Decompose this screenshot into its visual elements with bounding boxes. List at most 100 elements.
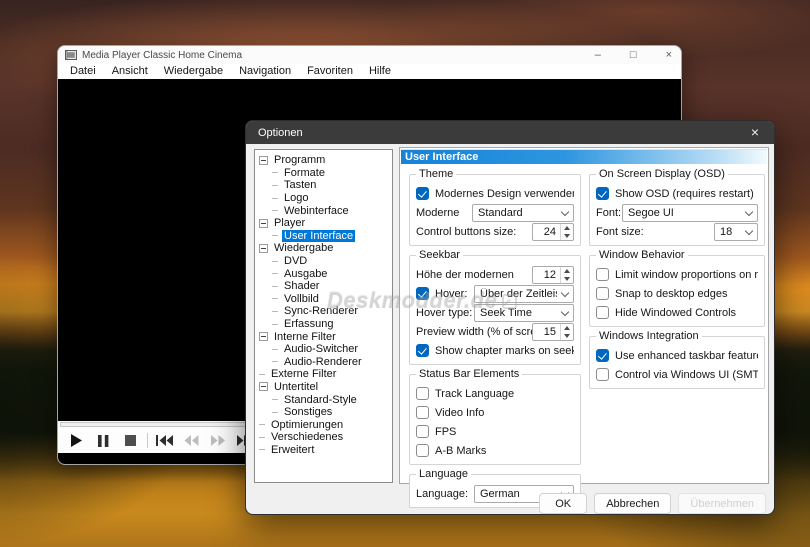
- tree-item-audio-switcher[interactable]: Audio-Switcher: [255, 343, 392, 356]
- checkbox-unchecked[interactable]: [416, 406, 429, 419]
- checkbox-unchecked[interactable]: [596, 268, 609, 281]
- tree-item-vollbild[interactable]: Vollbild: [255, 293, 392, 306]
- dropdown[interactable]: Seek Time: [474, 303, 574, 322]
- tree-item-erfassung[interactable]: Erfassung: [255, 318, 392, 331]
- tree-item-user-interface[interactable]: User Interface: [255, 229, 392, 243]
- setting-row: Control buttons size: 24: [416, 222, 574, 241]
- rewind-button[interactable]: [178, 430, 205, 451]
- play-button[interactable]: [63, 430, 90, 451]
- dropdown[interactable]: Segoe UI: [622, 203, 758, 222]
- menu-item-wiedergabe[interactable]: Wiedergabe: [156, 64, 231, 79]
- spinner-down-icon[interactable]: [561, 232, 573, 240]
- checkbox-checked[interactable]: [416, 287, 429, 300]
- tree-item-sync-renderer[interactable]: Sync-Renderer: [255, 305, 392, 318]
- dialog-close-icon[interactable]: ×: [742, 121, 768, 144]
- setting-label: A-B Marks: [435, 444, 487, 457]
- pause-button[interactable]: [90, 430, 117, 451]
- ok-button[interactable]: OK: [539, 493, 588, 514]
- fast-forward-button[interactable]: [205, 430, 232, 451]
- spinner-value: 24: [543, 225, 556, 238]
- collapse-icon[interactable]: [259, 155, 268, 165]
- tree-item-webinterface[interactable]: Webinterface: [255, 204, 392, 217]
- tree-item-formate[interactable]: Formate: [255, 167, 392, 180]
- setting-label: Hide Windowed Controls: [615, 306, 737, 319]
- tree-item-ausgabe[interactable]: Ausgabe: [255, 267, 392, 280]
- setting-row: Control via Windows UI (SMTC): [596, 365, 758, 384]
- spinner-up-icon[interactable]: [561, 224, 573, 232]
- checkbox-checked[interactable]: [416, 187, 429, 200]
- tree-item-erweitert[interactable]: Erweitert: [255, 444, 392, 457]
- collapse-icon[interactable]: [259, 382, 268, 392]
- dialog-titlebar[interactable]: Optionen ×: [246, 121, 774, 144]
- tree-item-logo[interactable]: Logo: [255, 192, 392, 205]
- checkbox-checked[interactable]: [596, 349, 609, 362]
- tree-item-programm[interactable]: Programm: [255, 154, 392, 167]
- spinner-down-icon[interactable]: [561, 275, 573, 283]
- group-status-bar-elements: Status Bar Elements Track Language Video I…: [409, 368, 581, 465]
- checkbox-unchecked[interactable]: [416, 444, 429, 457]
- collapse-icon[interactable]: [259, 243, 268, 253]
- abbrechen-button[interactable]: Abbrechen: [594, 493, 672, 514]
- tree-item-label: Vollbild: [284, 292, 319, 305]
- maximize-icon[interactable]: □: [630, 49, 637, 61]
- tree-item-wiedergabe[interactable]: Wiedergabe: [255, 242, 392, 255]
- checkbox-unchecked[interactable]: [596, 368, 609, 381]
- tree-item-standard-style[interactable]: Standard-Style: [255, 393, 392, 406]
- menu-item-navigation[interactable]: Navigation: [231, 64, 299, 79]
- spinner-down-icon[interactable]: [561, 332, 573, 340]
- tree-connector: [272, 260, 278, 262]
- menu-item-datei[interactable]: Datei: [62, 64, 104, 79]
- number-spinner[interactable]: 12: [532, 265, 574, 284]
- number-spinner[interactable]: 24: [532, 222, 574, 241]
- dropdown[interactable]: Über der Zeitleiste: [474, 284, 574, 303]
- checkbox-unchecked[interactable]: [596, 306, 609, 319]
- collapse-icon[interactable]: [259, 218, 268, 228]
- dropdown[interactable]: 18: [714, 222, 758, 241]
- tree-item-tasten[interactable]: Tasten: [255, 179, 392, 192]
- setting-row: Preview width (% of screen) 15: [416, 322, 574, 341]
- number-spinner[interactable]: 15: [532, 322, 574, 341]
- tree-item-label: Webinterface: [284, 204, 349, 217]
- menu-item-favoriten[interactable]: Favoriten: [299, 64, 361, 79]
- tree-connector: [272, 348, 278, 350]
- tree-connector: [272, 411, 278, 413]
- skip-back-button[interactable]: [151, 430, 178, 451]
- player-window-title: Media Player Classic Home Cinema: [82, 49, 243, 61]
- setting-label: Language:: [416, 487, 468, 500]
- collapse-icon[interactable]: [259, 332, 268, 342]
- rewind-icon: [184, 435, 199, 446]
- spinner-up-icon[interactable]: [561, 324, 573, 332]
- menu-item-ansicht[interactable]: Ansicht: [104, 64, 156, 79]
- group-title: Window Behavior: [596, 249, 688, 261]
- tree-item-externe-filter[interactable]: Externe Filter: [255, 368, 392, 381]
- setting-row: A-B Marks: [416, 441, 574, 460]
- checkbox-unchecked[interactable]: [596, 287, 609, 300]
- tree-item-dvd[interactable]: DVD: [255, 255, 392, 268]
- tree-item-interne-filter[interactable]: Interne Filter: [255, 330, 392, 343]
- setting-label: Hover type:: [416, 306, 473, 319]
- tree-item-label: User Interface: [282, 229, 356, 242]
- tree-item-untertitel[interactable]: Untertitel: [255, 381, 392, 394]
- dialog-buttons: OK Abbrechen Übernehmen: [539, 493, 766, 514]
- player-titlebar[interactable]: Media Player Classic Home Cinema – □ ×: [58, 46, 681, 64]
- tree-item-label: Wiedergabe: [274, 242, 334, 255]
- dropdown[interactable]: Standard: [472, 203, 574, 222]
- checkbox-unchecked[interactable]: [416, 387, 429, 400]
- menu-item-hilfe[interactable]: Hilfe: [361, 64, 399, 79]
- tree-item-sonstiges[interactable]: Sonstiges: [255, 406, 392, 419]
- tree-connector: [272, 298, 278, 300]
- stop-icon: [125, 435, 136, 446]
- tree-item-optimierungen[interactable]: Optimierungen: [255, 418, 392, 431]
- checkbox-checked[interactable]: [596, 187, 609, 200]
- tree-item-player[interactable]: Player: [255, 217, 392, 230]
- tree-item-audio-renderer[interactable]: Audio-Renderer: [255, 356, 392, 369]
- stop-button[interactable]: [117, 430, 144, 451]
- setting-row: Moderne Standard: [416, 203, 574, 222]
- tree-item-verschiedenes[interactable]: Verschiedenes: [255, 431, 392, 444]
- checkbox-checked[interactable]: [416, 344, 429, 357]
- tree-item-shader[interactable]: Shader: [255, 280, 392, 293]
- spinner-up-icon[interactable]: [561, 267, 573, 275]
- checkbox-unchecked[interactable]: [416, 425, 429, 438]
- close-icon[interactable]: ×: [666, 49, 672, 61]
- minimize-icon[interactable]: –: [595, 49, 601, 61]
